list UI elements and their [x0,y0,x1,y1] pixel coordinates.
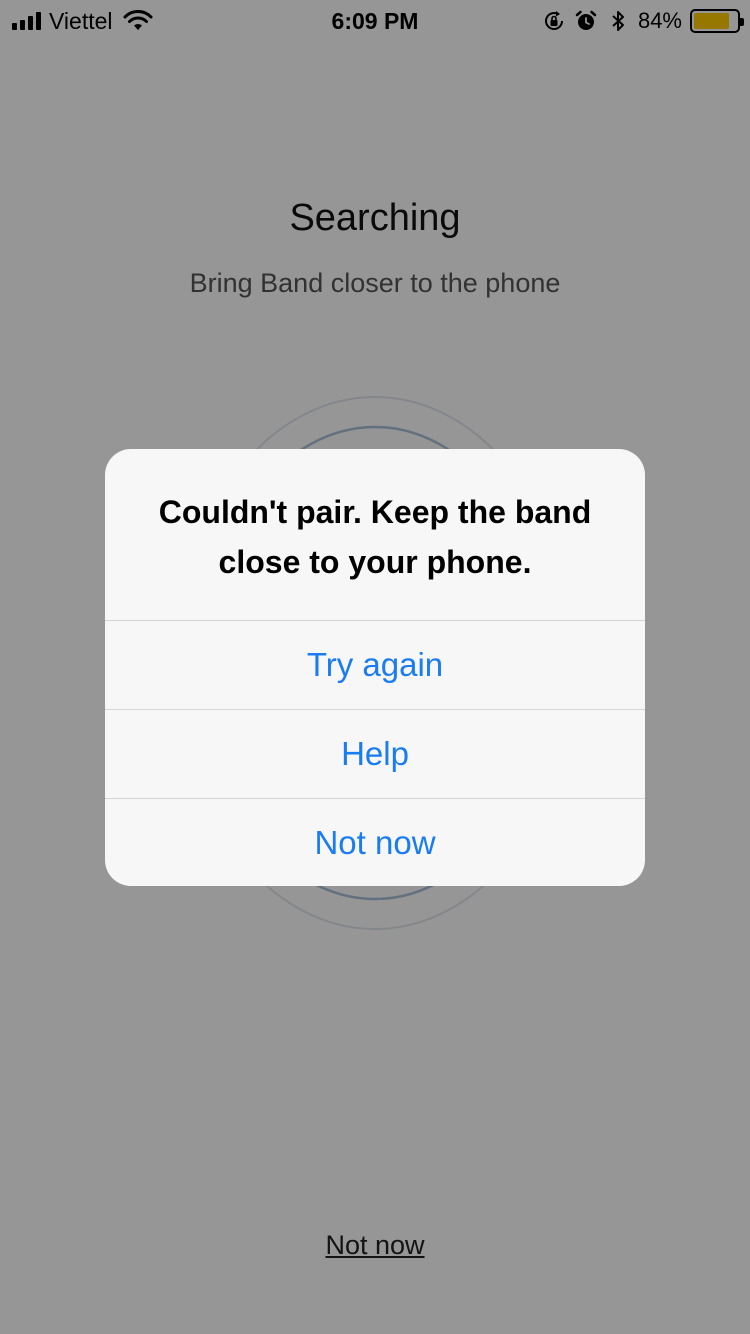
pairing-error-alert: Couldn't pair. Keep the band close to yo… [105,449,645,886]
alert-message: Couldn't pair. Keep the band close to yo… [158,494,592,580]
help-button[interactable]: Help [105,709,645,798]
try-again-button[interactable]: Try again [105,620,645,709]
not-now-button[interactable]: Not now [105,798,645,886]
